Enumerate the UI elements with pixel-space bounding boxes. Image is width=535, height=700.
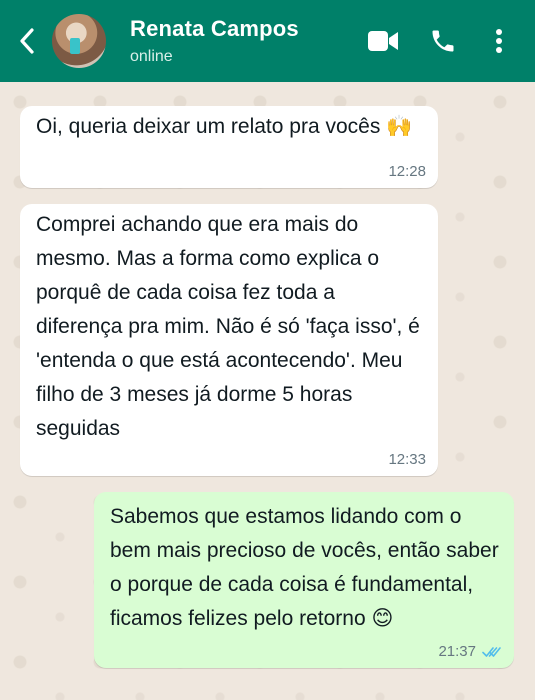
message-text: Comprei achando que era mais do mesmo. M… (36, 213, 420, 440)
contact-status: online (130, 48, 173, 65)
message-time: 12:28 (388, 164, 426, 180)
more-vert-icon (496, 29, 502, 53)
voice-call-button[interactable] (425, 23, 461, 59)
video-call-icon (368, 31, 398, 51)
read-ticks-icon (482, 647, 501, 657)
message-outgoing[interactable]: Sabemos que estamos lidando com o bem ma… (94, 492, 514, 668)
message-time: 12:33 (388, 452, 426, 468)
message-timestamp: 12:28 (388, 163, 426, 180)
header-actions (365, 23, 517, 59)
back-button[interactable] (14, 26, 40, 56)
contact-info[interactable]: Renata Campos online (130, 16, 299, 66)
avatar[interactable] (52, 14, 106, 68)
phone-icon (432, 30, 454, 52)
more-options-button[interactable] (481, 23, 517, 59)
contact-name: Renata Campos (130, 16, 299, 41)
message-incoming[interactable]: Oi, queria deixar um relato pra vocês 🙌 … (20, 106, 438, 188)
avatar-photo (70, 38, 80, 54)
message-time: 21:37 (438, 644, 502, 660)
chat-header: Renata Campos online (0, 0, 535, 82)
back-arrow-icon (20, 28, 34, 54)
message-timestamp: 21:37 (438, 643, 476, 660)
message-text: Sabemos que estamos lidando com o bem ma… (110, 505, 499, 630)
message-incoming[interactable]: Comprei achando que era mais do mesmo. M… (20, 204, 438, 476)
message-text: Oi, queria deixar um relato pra vocês 🙌 (36, 115, 413, 138)
message-timestamp: 12:33 (388, 451, 426, 468)
video-call-button[interactable] (365, 23, 401, 59)
